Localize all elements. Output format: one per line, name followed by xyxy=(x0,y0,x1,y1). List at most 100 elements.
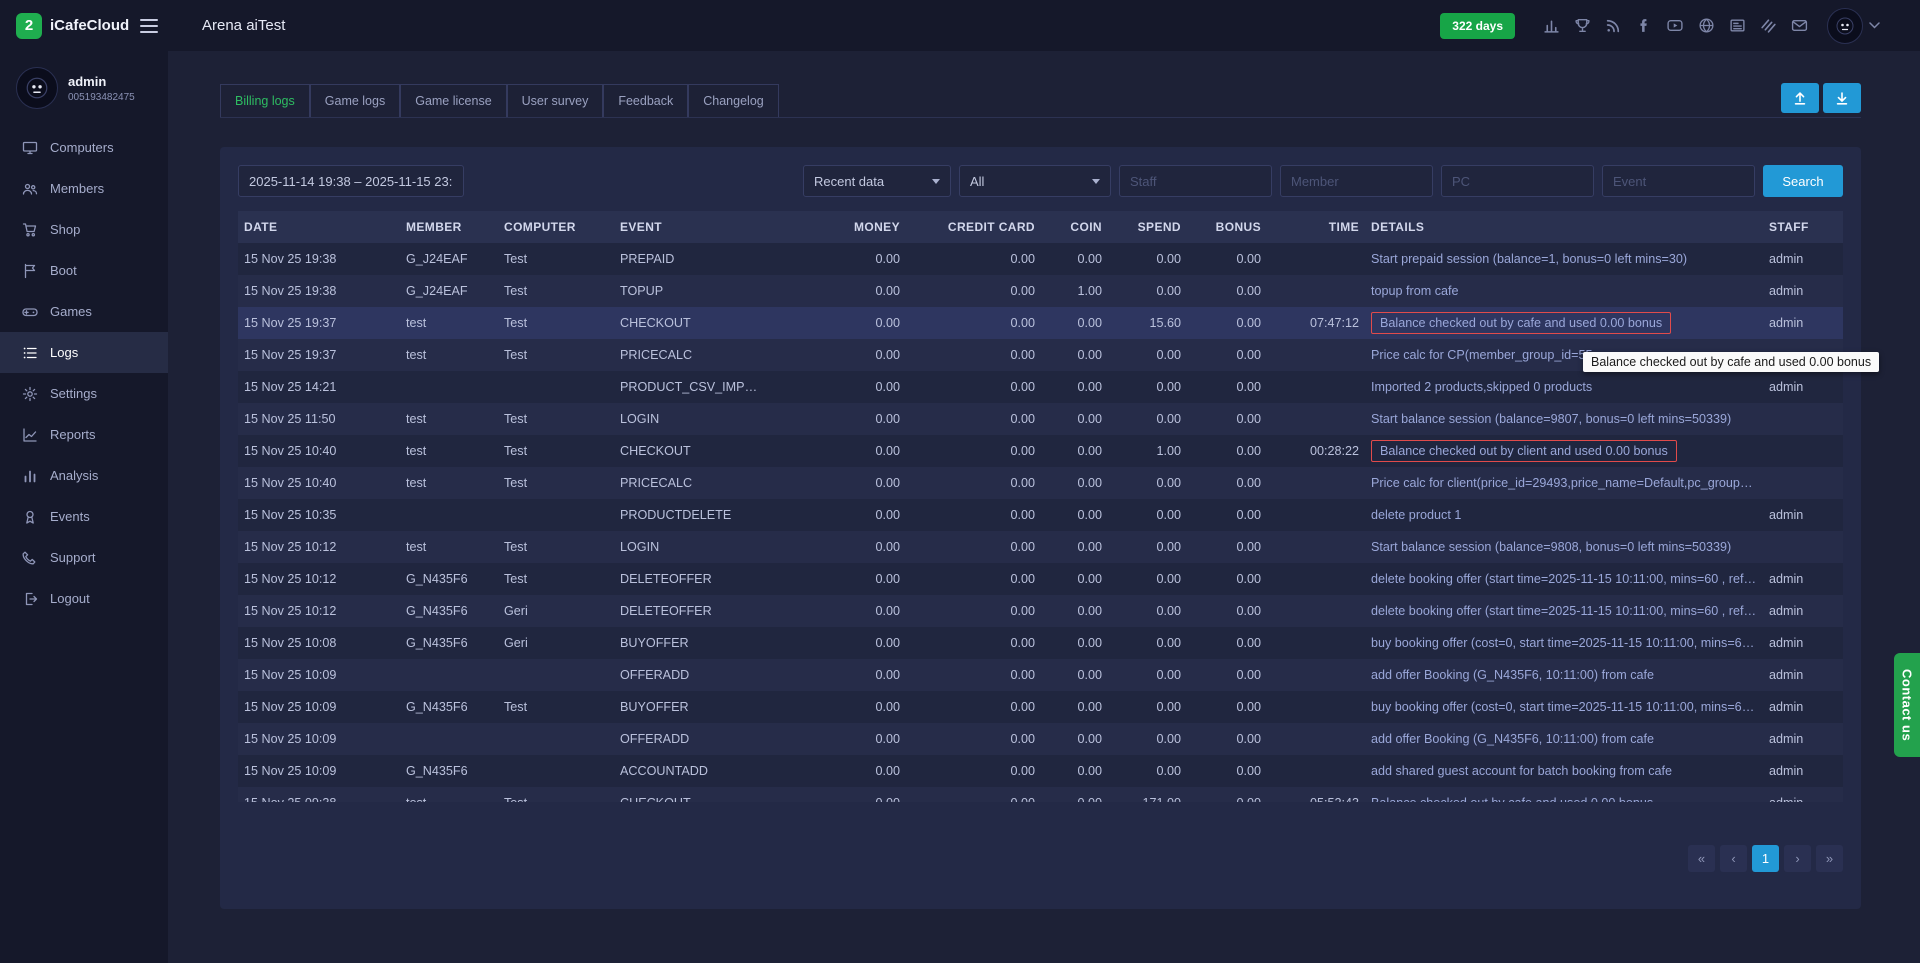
contact-us-button[interactable]: Contact us xyxy=(1894,653,1920,757)
card-icon[interactable] xyxy=(1727,16,1747,36)
cell: 0.00 xyxy=(1187,403,1267,435)
sidebar-item-logout[interactable]: Logout xyxy=(0,578,168,619)
rss-icon[interactable] xyxy=(1603,16,1623,36)
tab-user-survey[interactable]: User survey xyxy=(507,84,604,117)
table-row[interactable]: 15 Nov 25 10:12G_N435F6GeriDELETEOFFER0.… xyxy=(238,595,1843,627)
details-text: Balance checked out by cafe and used 0.0… xyxy=(1371,796,1653,802)
sidebar-item-settings[interactable]: Settings xyxy=(0,373,168,414)
cell: 0.00 xyxy=(1041,787,1108,802)
table-row[interactable]: 15 Nov 25 19:38G_J24EAFTestPREPAID0.000.… xyxy=(238,243,1843,275)
pagination-last-button[interactable]: » xyxy=(1816,845,1843,872)
event-input[interactable] xyxy=(1602,165,1755,197)
cell-details[interactable]: Price calc for client(price_id=29493,pri… xyxy=(1365,467,1763,499)
table-row[interactable]: 15 Nov 25 10:40testTestPRICECALC0.000.00… xyxy=(238,467,1843,499)
gamepad-icon xyxy=(22,304,38,320)
member-input[interactable] xyxy=(1280,165,1433,197)
trophy-icon[interactable] xyxy=(1572,16,1592,36)
layers-icon[interactable] xyxy=(1758,16,1778,36)
cell-details[interactable]: add shared guest account for batch booki… xyxy=(1365,755,1763,787)
user-avatar[interactable] xyxy=(1827,8,1863,44)
cell-details[interactable]: delete booking offer (start time=2025-11… xyxy=(1365,563,1763,595)
cell-details[interactable]: delete booking offer (start time=2025-11… xyxy=(1365,595,1763,627)
details-text-highlighted: Balance checked out by client and used 0… xyxy=(1371,440,1677,462)
date-range-input[interactable] xyxy=(238,165,464,197)
cell xyxy=(498,723,614,755)
sidebar-item-computers[interactable]: Computers xyxy=(0,127,168,168)
table-row[interactable]: 15 Nov 25 10:12testTestLOGIN0.000.000.00… xyxy=(238,531,1843,563)
sidebar-item-analysis[interactable]: Analysis xyxy=(0,455,168,496)
chart-icon[interactable] xyxy=(1541,16,1561,36)
menu-icon[interactable] xyxy=(140,19,158,33)
cell-details[interactable]: buy booking offer (cost=0, start time=20… xyxy=(1365,627,1763,659)
chevron-down-icon[interactable] xyxy=(1869,22,1880,29)
cell-details[interactable]: Balance checked out by cafe and used 0.0… xyxy=(1365,787,1763,802)
upload-button[interactable] xyxy=(1781,83,1819,113)
sidebar-item-support[interactable]: Support xyxy=(0,537,168,578)
tab-changelog[interactable]: Changelog xyxy=(688,84,778,117)
table-row[interactable]: 15 Nov 25 10:09G_N435F6TestBUYOFFER0.000… xyxy=(238,691,1843,723)
pc-input[interactable] xyxy=(1441,165,1594,197)
tab-game-license[interactable]: Game license xyxy=(400,84,506,117)
cell xyxy=(1763,435,1843,467)
pagination-first-button[interactable]: « xyxy=(1688,845,1715,872)
table-row[interactable]: 15 Nov 25 10:40testTestCHECKOUT0.000.000… xyxy=(238,435,1843,467)
cafe-title: Arena aiTest xyxy=(202,17,285,34)
table-row[interactable]: 15 Nov 25 19:38G_J24EAFTestTOPUP0.000.00… xyxy=(238,275,1843,307)
subscription-days-badge[interactable]: 322 days xyxy=(1440,13,1515,39)
cell-details[interactable]: Balance checked out by cafe and used 0.0… xyxy=(1365,307,1763,339)
table-row[interactable]: 15 Nov 25 14:21PRODUCT_CSV_IMPORT0.000.0… xyxy=(238,371,1843,403)
pagination-page-1-button[interactable]: 1 xyxy=(1752,845,1779,872)
cell: 0.00 xyxy=(1187,595,1267,627)
table-row[interactable]: 15 Nov 25 10:12G_N435F6TestDELETEOFFER0.… xyxy=(238,563,1843,595)
cell: 0.00 xyxy=(1041,531,1108,563)
sidebar-profile[interactable]: admin 005193482475 xyxy=(0,51,168,127)
youtube-icon[interactable] xyxy=(1665,16,1685,36)
pagination-prev-button[interactable]: ‹ xyxy=(1720,845,1747,872)
cell-details[interactable]: delete product 1 xyxy=(1365,499,1763,531)
table-row[interactable]: 15 Nov 25 19:37testTestCHECKOUT0.000.000… xyxy=(238,307,1843,339)
cell: 0.00 xyxy=(1187,275,1267,307)
search-button[interactable]: Search xyxy=(1763,165,1843,197)
cell-details[interactable]: Start prepaid session (balance=1, bonus=… xyxy=(1365,243,1763,275)
app-logo-icon[interactable]: 2 xyxy=(16,13,42,39)
download-button[interactable] xyxy=(1823,83,1861,113)
cell-details[interactable]: Balance checked out by client and used 0… xyxy=(1365,435,1763,467)
table-row[interactable]: 15 Nov 25 10:09OFFERADD0.000.000.000.000… xyxy=(238,723,1843,755)
table-row[interactable]: 15 Nov 25 11:50testTestLOGIN0.000.000.00… xyxy=(238,403,1843,435)
recent-data-select[interactable]: Recent data xyxy=(803,165,951,197)
staff-input[interactable] xyxy=(1119,165,1272,197)
cell-details[interactable]: Start balance session (balance=9808, bon… xyxy=(1365,531,1763,563)
globe-icon[interactable] xyxy=(1696,16,1716,36)
sidebar-item-logs[interactable]: Logs xyxy=(0,332,168,373)
facebook-icon[interactable] xyxy=(1634,16,1654,36)
cell-details[interactable]: buy booking offer (cost=0, start time=20… xyxy=(1365,691,1763,723)
cell-details[interactable]: Imported 2 products,skipped 0 products xyxy=(1365,371,1763,403)
cell-details[interactable]: Start balance session (balance=9807, bon… xyxy=(1365,403,1763,435)
event-type-select[interactable]: All xyxy=(959,165,1111,197)
table-row[interactable]: 15 Nov 25 10:08G_N435F6GeriBUYOFFER0.000… xyxy=(238,627,1843,659)
cell: 0.00 xyxy=(1041,339,1108,371)
mail-icon[interactable] xyxy=(1789,16,1809,36)
tab-billing-logs[interactable]: Billing logs xyxy=(220,84,310,117)
sidebar-item-events[interactable]: Events xyxy=(0,496,168,537)
table-row[interactable]: 15 Nov 25 10:09G_N435F6ACCOUNTADD0.000.0… xyxy=(238,755,1843,787)
sidebar-item-games[interactable]: Games xyxy=(0,291,168,332)
table-row[interactable]: 15 Nov 25 09:38testTestCHECKOUT0.000.000… xyxy=(238,787,1843,802)
pagination-next-button[interactable]: › xyxy=(1784,845,1811,872)
app-logo-text[interactable]: iCafeCloud xyxy=(50,17,129,34)
sidebar-item-shop[interactable]: Shop xyxy=(0,209,168,250)
cell-details[interactable]: add offer Booking (G_N435F6, 10:11:00) f… xyxy=(1365,723,1763,755)
table-row[interactable]: 15 Nov 25 10:09OFFERADD0.000.000.000.000… xyxy=(238,659,1843,691)
cell-details[interactable]: topup from cafe xyxy=(1365,275,1763,307)
tab-game-logs[interactable]: Game logs xyxy=(310,84,400,117)
cell-details[interactable]: add offer Booking (G_N435F6, 10:11:00) f… xyxy=(1365,659,1763,691)
table-row[interactable]: 15 Nov 25 10:35PRODUCTDELETE0.000.000.00… xyxy=(238,499,1843,531)
sidebar-item-boot[interactable]: Boot xyxy=(0,250,168,291)
cell xyxy=(1267,275,1365,307)
upload-icon xyxy=(1792,90,1808,106)
sidebar-item-reports[interactable]: Reports xyxy=(0,414,168,455)
cell xyxy=(1267,467,1365,499)
sidebar-item-members[interactable]: Members xyxy=(0,168,168,209)
cell xyxy=(1267,691,1365,723)
tab-feedback[interactable]: Feedback xyxy=(603,84,688,117)
